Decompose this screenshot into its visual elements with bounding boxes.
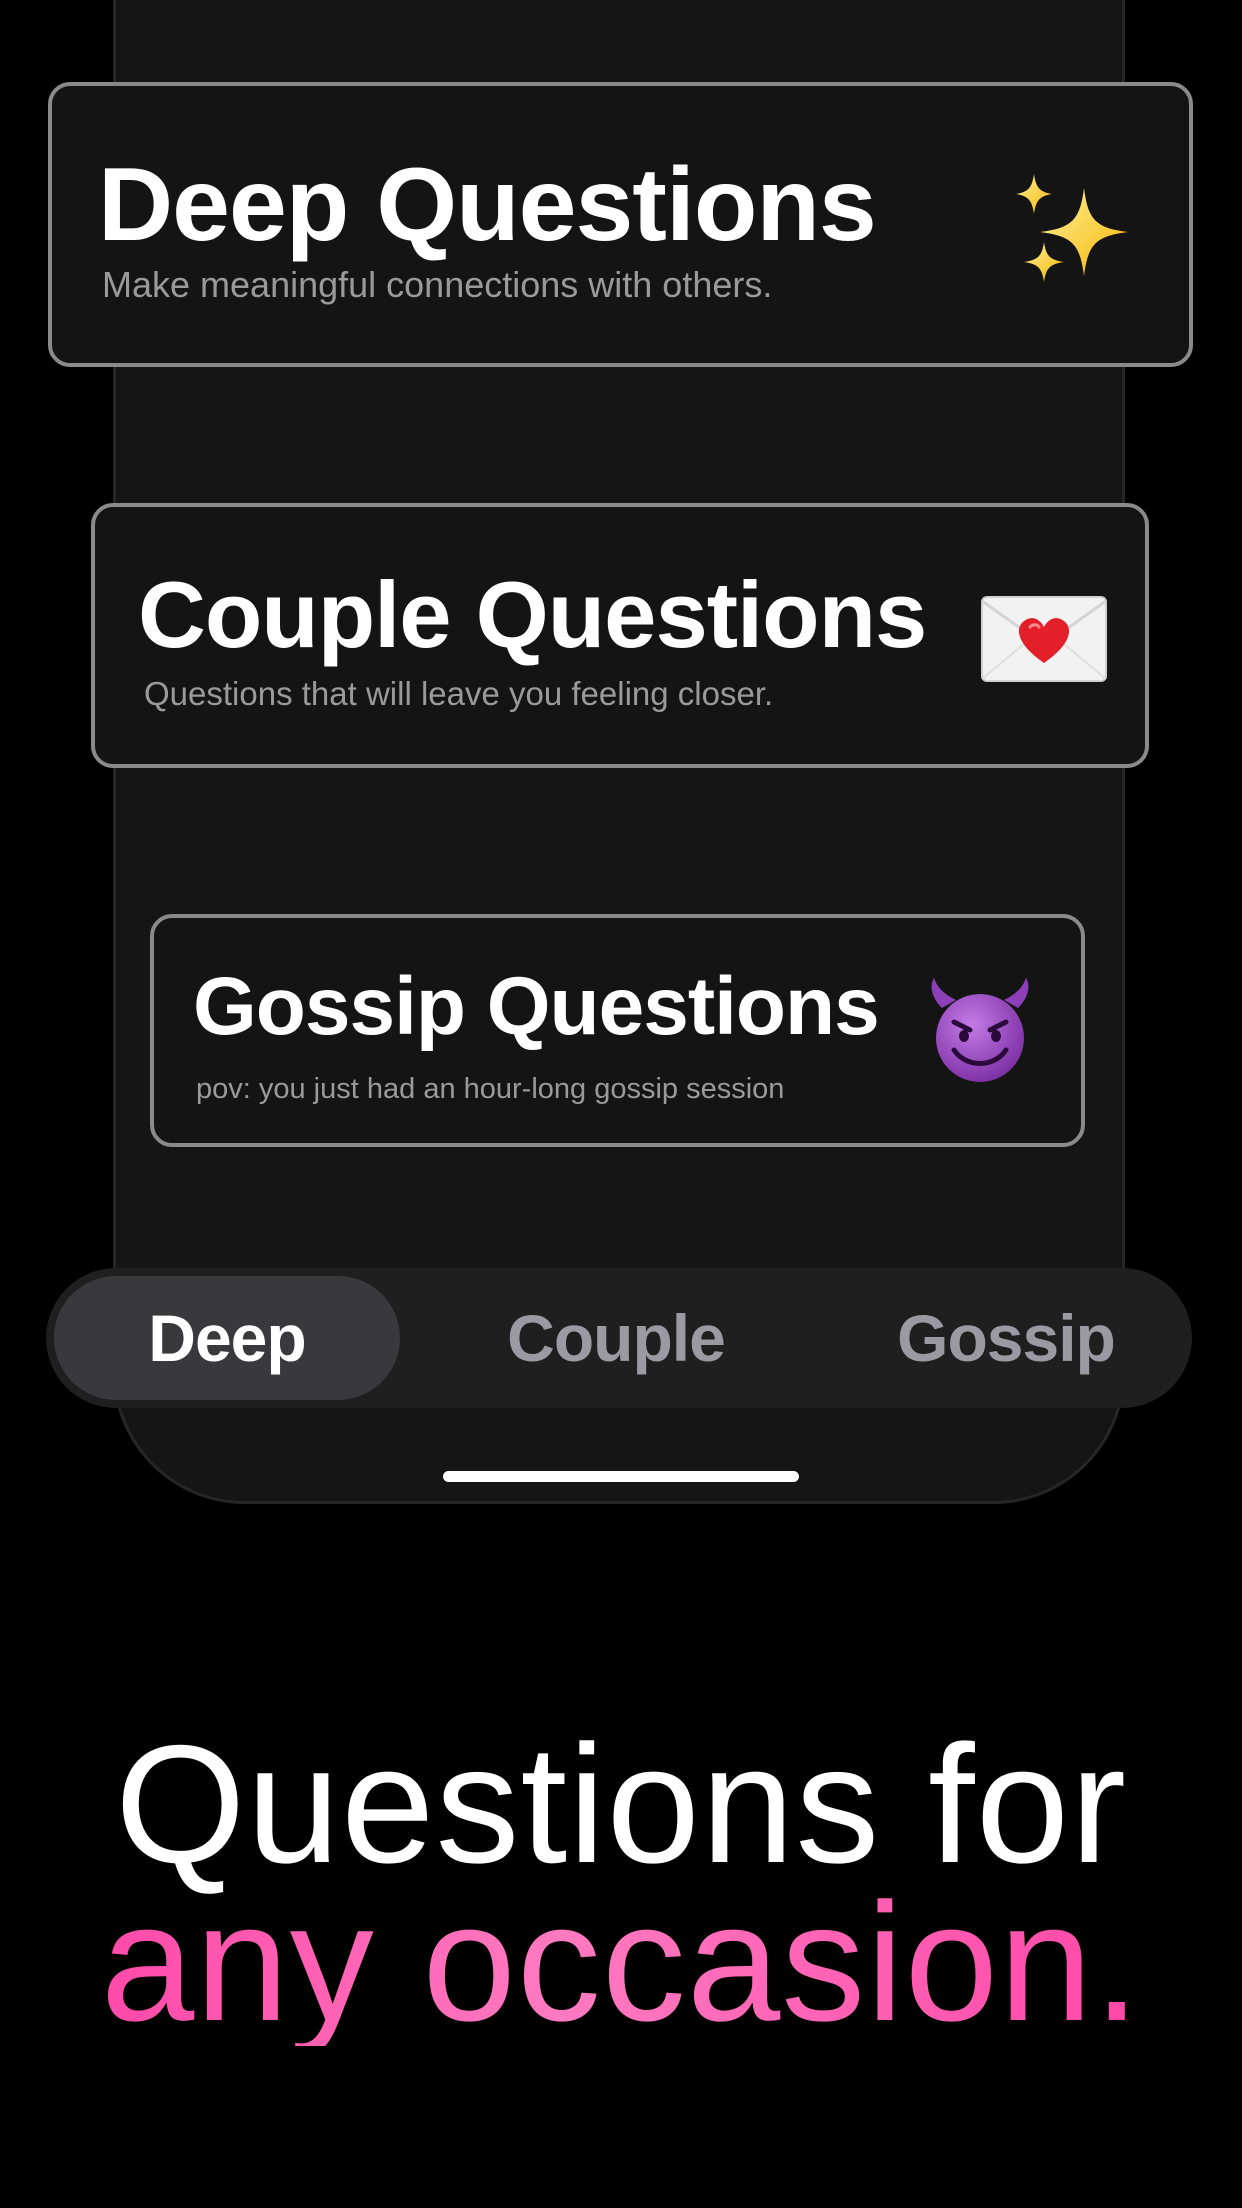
gossip-questions-card[interactable]: Gossip Questions pov: you just had an ho…: [150, 914, 1085, 1147]
deep-questions-card[interactable]: Deep Questions Make meaningful connectio…: [48, 82, 1193, 367]
card-title: Gossip Questions: [193, 961, 880, 1052]
card-subtitle: Questions that will leave you feeling cl…: [144, 675, 774, 712]
card-subtitle: pov: you just had an hour-long gossip se…: [196, 1073, 785, 1105]
sparkles-icon: [1012, 170, 1138, 300]
couple-questions-card[interactable]: Couple Questions Questions that will lea…: [91, 503, 1149, 768]
love-letter-icon: [978, 587, 1110, 691]
tab-couple[interactable]: Couple: [446, 1276, 786, 1400]
card-subtitle: Make meaningful connections with others.: [102, 264, 773, 305]
card-title: Deep Questions: [98, 147, 877, 263]
home-indicator: [443, 1471, 799, 1482]
tab-deep[interactable]: Deep: [54, 1276, 400, 1400]
headline-line-1: Questions for: [114, 1710, 1128, 1898]
card-title: Couple Questions: [138, 562, 927, 667]
smiling-devil-icon: [924, 978, 1036, 1088]
category-tab-bar: Deep Couple Gossip: [46, 1268, 1192, 1408]
headline-line-2: any occasion.: [0, 1878, 1242, 2046]
tab-gossip[interactable]: Gossip: [836, 1276, 1176, 1400]
